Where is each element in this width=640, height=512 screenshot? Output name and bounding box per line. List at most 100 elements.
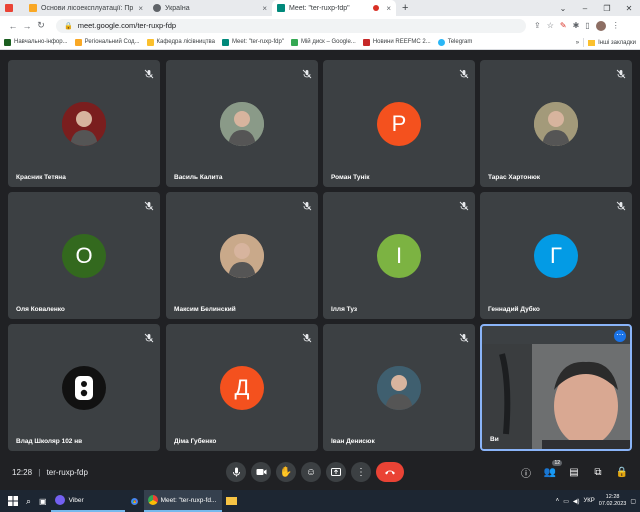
clock-date: 07.02.2023 bbox=[598, 501, 627, 507]
bookmark-item[interactable]: Кафедра лісівництва bbox=[146, 38, 215, 46]
more-options-button[interactable]: ⋮ bbox=[351, 462, 371, 482]
people-button[interactable]: 👥 12 bbox=[542, 460, 562, 480]
lock-icon[interactable]: 🔒 bbox=[64, 22, 73, 30]
globe-icon bbox=[153, 4, 161, 12]
profile-avatar[interactable] bbox=[595, 20, 606, 31]
minimize-icon[interactable]: – bbox=[574, 4, 596, 13]
share-icon[interactable]: ⇪ bbox=[534, 21, 541, 30]
tab-meet[interactable]: Meet: "ter-ruxp-fdp" × bbox=[272, 0, 396, 16]
network-icon[interactable]: ▭ bbox=[563, 498, 569, 505]
bookmark-item[interactable]: Регіональний Сод... bbox=[74, 38, 140, 46]
info-icon: ⓘ bbox=[521, 468, 531, 480]
tab-gmail[interactable] bbox=[0, 0, 24, 16]
notification-icon[interactable]: ▢ bbox=[630, 498, 636, 505]
forward-icon[interactable]: → bbox=[20, 21, 34, 31]
recording-icon bbox=[373, 5, 380, 11]
back-icon[interactable]: ← bbox=[6, 21, 20, 31]
participant-name: Роман Тунік bbox=[331, 174, 370, 181]
meet-control-bar: 12:28 | ter-ruxp-fdp ✋ ☺ ⋮ ⓘ 👥 12 ▤ ⧉ 🔒 bbox=[0, 458, 640, 486]
close-window-icon[interactable]: ✕ bbox=[618, 4, 640, 13]
volume-icon[interactable]: ◀) bbox=[573, 498, 580, 505]
browser-tabstrip: Основи лісоексплуатації: Пр × Україна × … bbox=[0, 0, 640, 16]
host-controls-button[interactable]: 🔒 bbox=[614, 464, 630, 480]
tab-course[interactable]: Основи лісоексплуатації: Пр × bbox=[24, 0, 148, 16]
search-icon: ⌕ bbox=[26, 495, 32, 506]
close-tab-icon[interactable]: × bbox=[138, 4, 143, 13]
hang-up-icon bbox=[385, 470, 395, 475]
camera-button[interactable] bbox=[251, 462, 271, 482]
close-tab-icon[interactable]: × bbox=[262, 4, 267, 13]
self-video-tile[interactable]: ⋯ Ви bbox=[480, 324, 632, 451]
leave-call-button[interactable] bbox=[376, 462, 404, 482]
bookmarks-bar: Навчально-інфор... Регіональний Сод... К… bbox=[0, 35, 640, 50]
menu-icon[interactable]: ⋮ bbox=[612, 21, 620, 30]
start-button[interactable] bbox=[0, 490, 22, 512]
avatar-initial: О bbox=[62, 233, 106, 278]
participant-tile[interactable]: Красник Тетяна bbox=[8, 60, 160, 187]
clock[interactable]: 12:28 07.02.2023 bbox=[599, 494, 627, 508]
muted-mic-icon bbox=[459, 66, 469, 79]
muted-mic-icon bbox=[616, 66, 626, 79]
shapes-icon: ⧉ bbox=[594, 466, 602, 478]
extension-pin-icon[interactable]: ✎ bbox=[560, 21, 567, 30]
participant-tile[interactable]: Тарас Хартонюк bbox=[480, 60, 632, 187]
avatar-initial: Д bbox=[220, 365, 264, 410]
participant-tile[interactable]: Максим Белинский bbox=[166, 192, 318, 319]
participant-tile[interactable]: Влад Школяр 102 нв bbox=[8, 324, 160, 451]
microphone-button[interactable] bbox=[226, 462, 246, 482]
tab-search-icon[interactable]: ⌄ bbox=[552, 4, 574, 13]
participant-tile[interactable]: Іван Денисюк bbox=[323, 324, 475, 451]
taskbar-meet-window[interactable]: Meet: "ter-ruxp-fd... bbox=[143, 490, 222, 512]
sidebar-icon[interactable]: ▯ bbox=[585, 21, 589, 30]
divider bbox=[583, 38, 585, 47]
participant-tile[interactable]: І Ілля Туз bbox=[323, 192, 475, 319]
chevron-right-icon[interactable]: » bbox=[576, 40, 579, 46]
bookmark-star-icon[interactable]: ☆ bbox=[547, 21, 554, 30]
avatar-photo bbox=[377, 365, 421, 410]
chrome-icon bbox=[147, 495, 158, 505]
other-bookmarks[interactable]: » Інші закладки bbox=[576, 35, 636, 49]
address-bar[interactable]: 🔒 meet.google.com/ter-ruxp-fdp bbox=[56, 18, 526, 33]
bookmark-item[interactable]: Навчально-інфор... bbox=[4, 38, 68, 46]
meeting-info: 12:28 | ter-ruxp-fdp bbox=[12, 468, 88, 477]
taskbar-chrome[interactable] bbox=[125, 490, 144, 512]
hand-icon: ✋ bbox=[279, 466, 293, 478]
participant-tile[interactable]: Д Діма Губенко bbox=[166, 324, 318, 451]
telegram-icon bbox=[437, 38, 445, 46]
meeting-details-button[interactable]: ⓘ bbox=[518, 464, 534, 480]
participant-tile[interactable]: Г Геннадий Дубко bbox=[480, 192, 632, 319]
reactions-button[interactable]: ☺ bbox=[301, 462, 321, 482]
reload-icon[interactable]: ↻ bbox=[34, 20, 48, 31]
taskbar-viber[interactable]: Viber bbox=[50, 490, 125, 512]
avatar-photo bbox=[220, 233, 264, 278]
tab-ukraine[interactable]: Україна × bbox=[148, 0, 272, 16]
restore-icon[interactable]: ❐ bbox=[596, 4, 618, 13]
new-tab-icon[interactable]: + bbox=[402, 2, 408, 14]
bookmark-item[interactable]: Новини REEFMC 2... bbox=[362, 38, 431, 46]
activities-button[interactable]: ⧉ bbox=[590, 464, 606, 480]
clock-time: 12:28 bbox=[605, 494, 620, 500]
bookmark-item[interactable]: Мій диск – Google... bbox=[290, 38, 356, 46]
chat-button[interactable]: ▤ bbox=[566, 464, 582, 480]
bookmark-item[interactable]: Telegram bbox=[437, 38, 472, 46]
close-tab-icon[interactable]: × bbox=[386, 4, 391, 13]
muted-mic-icon bbox=[302, 198, 312, 211]
chevron-up-icon[interactable]: ˄ bbox=[556, 498, 560, 504]
avatar-photo bbox=[220, 101, 264, 146]
participant-name: Геннадий Дубко bbox=[488, 306, 540, 313]
extensions-icon[interactable]: ✱ bbox=[573, 21, 580, 30]
present-button[interactable] bbox=[326, 462, 346, 482]
search-button[interactable]: ⌕ bbox=[22, 490, 35, 512]
bookmark-item[interactable]: Meet: "ter-ruxp-fdp" bbox=[222, 38, 284, 46]
camera-icon bbox=[256, 469, 266, 475]
language-indicator[interactable]: УКР bbox=[583, 498, 594, 504]
more-options-icon[interactable]: ⋯ bbox=[614, 330, 626, 342]
task-view-button[interactable]: ▣ bbox=[35, 490, 51, 512]
participant-tile[interactable]: О Оля Коваленко bbox=[8, 192, 160, 319]
participant-tile[interactable]: Василь Калита bbox=[166, 60, 318, 187]
gmail-icon bbox=[5, 4, 13, 12]
raise-hand-button[interactable]: ✋ bbox=[276, 462, 296, 482]
taskbar-explorer[interactable] bbox=[222, 490, 241, 512]
self-camera-feed bbox=[482, 344, 630, 449]
participant-tile[interactable]: Р Роман Тунік bbox=[323, 60, 475, 187]
